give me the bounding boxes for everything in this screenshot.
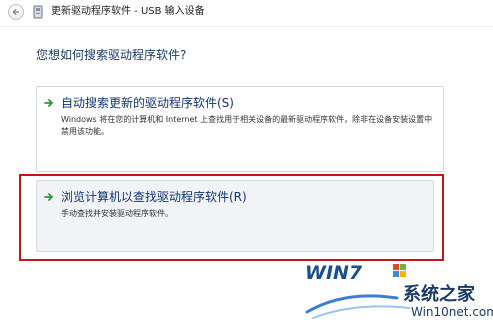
option-auto-search-title: 自动搜索更新的驱动程序软件(S): [61, 96, 234, 110]
option-auto-search[interactable]: 自动搜索更新的驱动程序软件(S) Windows 将在您的计算机和 Intern…: [36, 86, 444, 172]
watermark-logo: WIN7: [305, 262, 363, 284]
watermark-url: Win10net.com: [411, 305, 493, 319]
windows-flag-icon: [393, 264, 406, 277]
title-bar: 更新驱动程序软件 - USB 输入设备: [0, 0, 493, 27]
window-title: 更新驱动程序软件 - USB 输入设备: [51, 6, 205, 17]
page-question: 您想如何搜索驱动程序软件?: [36, 48, 187, 62]
watermark: WIN7 系统之家 Win10net.com: [305, 262, 493, 329]
highlight-frame: [19, 174, 444, 261]
device-manager-icon: [33, 5, 43, 19]
option-auto-search-description: Windows 将在您的计算机和 Internet 上查找用于相关设备的最新驱动…: [61, 115, 433, 136]
back-button[interactable]: [8, 4, 24, 20]
green-arrow-icon: [44, 99, 53, 107]
watermark-site-name: 系统之家: [403, 284, 475, 305]
back-arrow-icon: [12, 8, 20, 16]
